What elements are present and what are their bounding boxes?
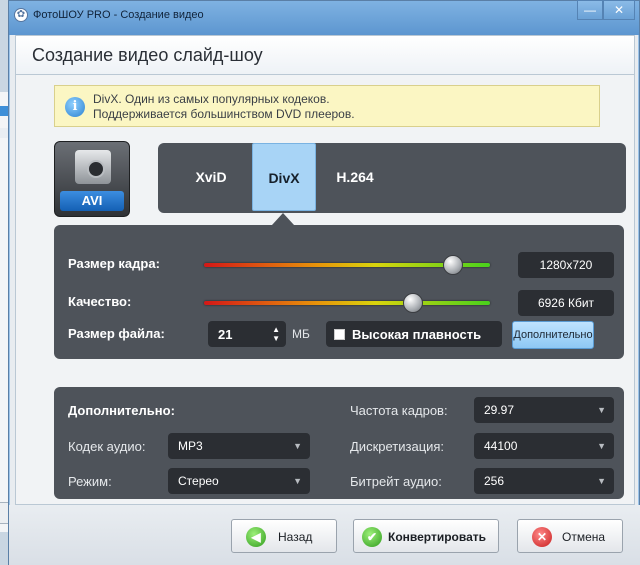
convert-button-label: Конвертировать: [388, 530, 487, 544]
app-icon: ✿: [14, 8, 28, 22]
video-params-panel: Размер кадра: 1280x720 Качество: 6926 Кб…: [54, 225, 624, 359]
checkbox-box[interactable]: [334, 329, 345, 340]
chevron-down-icon: ▼: [597, 405, 606, 415]
frame-rate-value: 29.97: [484, 403, 515, 417]
back-button-label: Назад: [278, 530, 313, 544]
frame-size-slider[interactable]: [204, 255, 490, 275]
checkmark-icon: ✔: [362, 527, 382, 547]
title-bar: ✿ ФотоШОУ PRO - Создание видео — ✕: [9, 0, 639, 35]
info-line-2: Поддерживается большинством DVD плееров.: [93, 107, 355, 121]
close-button[interactable]: ✕: [603, 0, 635, 20]
mode-value: Стерео: [178, 474, 219, 488]
file-size-unit: МБ: [292, 327, 310, 341]
high-smoothness-label: Высокая плавность: [352, 327, 482, 342]
file-size-value: 21: [218, 327, 233, 342]
audio-bitrate-label: Битрейт аудио:: [350, 474, 442, 489]
back-arrow-icon: ◀: [246, 527, 266, 547]
frame-size-value: 1280x720: [518, 252, 614, 278]
audio-codec-label: Кодек аудио:: [68, 439, 146, 454]
dialog-header: Создание видео слайд-шоу: [15, 35, 635, 75]
audio-bitrate-value: 256: [484, 474, 505, 488]
info-icon: i: [65, 97, 85, 117]
codec-option-xvid[interactable]: XviD: [180, 143, 242, 211]
frame-size-label: Размер кадра:: [68, 256, 160, 271]
window-title: ФотоШОУ PRO - Создание видео: [33, 9, 204, 21]
sampling-label: Дискретизация:: [350, 439, 445, 454]
quality-slider[interactable]: [204, 293, 490, 313]
chevron-down-icon: ▼: [597, 476, 606, 486]
mode-select[interactable]: Стерео ▼: [168, 468, 310, 494]
dialog-footer: ◀ Назад ✔ Конвертировать ✕ Отмена: [9, 505, 640, 565]
info-line-1: DivX. Один из самых популярных кодеков.: [93, 92, 330, 106]
audio-bitrate-select[interactable]: 256 ▼: [474, 468, 614, 494]
page-title: Создание видео слайд-шоу: [32, 45, 263, 65]
dialog-window: ✿ ФотоШОУ PRO - Создание видео — ✕ Созда…: [8, 0, 640, 565]
chevron-down-icon: ▼: [293, 441, 302, 451]
cancel-x-icon: ✕: [532, 527, 552, 547]
cancel-button-label: Отмена: [562, 530, 606, 544]
codec-pointer: [272, 213, 294, 225]
convert-button[interactable]: ✔ Конвертировать: [353, 519, 499, 553]
sampling-value: 44100: [484, 439, 518, 453]
chevron-down-icon: ▼: [293, 476, 302, 486]
frame-rate-select[interactable]: 29.97 ▼: [474, 397, 614, 423]
back-button[interactable]: ◀ Назад: [231, 519, 337, 553]
quality-value: 6926 Кбит: [518, 290, 614, 316]
extra-settings-panel: Дополнительно: Кодек аудио: MP3 ▼ Режим:…: [54, 387, 624, 499]
cancel-button[interactable]: ✕ Отмена: [517, 519, 623, 553]
stepper-arrows-icon[interactable]: ▲ ▼: [272, 325, 280, 343]
file-size-stepper[interactable]: 21 ▲ ▼: [208, 321, 286, 347]
format-avi-icon[interactable]: AVI: [54, 141, 130, 217]
info-banner: i DivX. Один из самых популярных кодеков…: [54, 85, 600, 127]
codec-option-h264[interactable]: H.264: [324, 143, 386, 211]
minimize-button[interactable]: —: [577, 0, 603, 20]
format-label: AVI: [60, 191, 124, 211]
mode-label: Режим:: [68, 474, 112, 489]
quality-label: Качество:: [68, 294, 132, 309]
frame-rate-label: Частота кадров:: [350, 403, 448, 418]
audio-codec-select[interactable]: MP3 ▼: [168, 433, 310, 459]
screen: ✿ ФотоШОУ PRO - Создание видео — ✕ Созда…: [0, 0, 640, 565]
advanced-button[interactable]: Дополнительно: [512, 321, 594, 349]
chevron-down-icon: ▼: [597, 441, 606, 451]
high-smoothness-checkbox[interactable]: Высокая плавность: [326, 321, 502, 347]
dialog-content: i DivX. Один из самых популярных кодеков…: [15, 75, 635, 505]
codec-option-divx[interactable]: DivX: [252, 143, 316, 211]
quality-slider-thumb[interactable]: [402, 293, 423, 313]
codec-selector: XviD DivX H.264: [158, 143, 626, 213]
audio-codec-value: MP3: [178, 439, 203, 453]
sampling-select[interactable]: 44100 ▼: [474, 433, 614, 459]
file-size-label: Размер файла:: [68, 326, 165, 341]
extra-title: Дополнительно:: [68, 403, 175, 418]
frame-size-slider-thumb[interactable]: [442, 255, 463, 275]
video-camera-icon: [75, 150, 111, 184]
